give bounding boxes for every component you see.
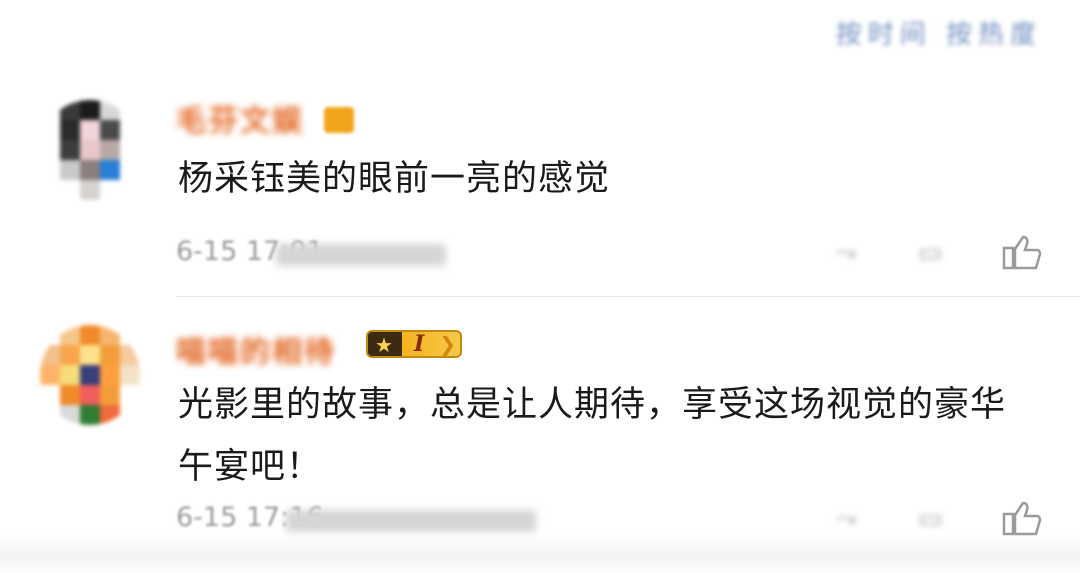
avatar-pixel <box>100 160 120 180</box>
avatar-pixel <box>120 180 140 200</box>
star-icon: ★ <box>375 333 393 357</box>
level-badge: ★ I ❯ <box>366 330 462 358</box>
crown-badge-icon <box>324 107 354 133</box>
avatar-pixel <box>120 405 140 425</box>
avatar-pixel <box>40 365 60 385</box>
avatar-pixel <box>80 120 100 140</box>
avatar[interactable] <box>40 100 140 200</box>
avatar-pixel <box>40 345 60 365</box>
avatar-pixel <box>100 405 120 425</box>
avatar-pixel <box>100 140 120 160</box>
comment-text: 杨采钰美的眼前一亮的感觉 <box>178 159 611 199</box>
sort-toggle[interactable]: 按时间 按热度 <box>836 14 1042 51</box>
avatar-pixel <box>120 345 140 365</box>
share-icon[interactable]: ⤳ <box>836 238 876 268</box>
avatar-pixel <box>40 385 60 405</box>
comment-icon[interactable]: ▭ <box>918 504 958 534</box>
avatar-pixel <box>120 140 140 160</box>
avatar-pixel <box>80 385 100 405</box>
username[interactable]: 喵喵的相待 <box>176 327 336 371</box>
avatar-pixel <box>40 160 60 180</box>
avatar-pixel <box>60 405 80 425</box>
avatar-pixel <box>60 160 80 180</box>
avatar-pixel <box>80 100 100 120</box>
avatar-pixel <box>120 160 140 180</box>
chevron-right-icon: ❯ <box>439 332 456 356</box>
avatar-pixel <box>60 385 80 405</box>
avatar-pixel <box>120 100 140 120</box>
comment-location-blurred <box>286 510 536 532</box>
avatar-pixel <box>60 325 80 345</box>
avatar-pixel <box>40 140 60 160</box>
avatar-pixel <box>80 365 100 385</box>
avatar-pixel <box>100 345 120 365</box>
avatar-pixel <box>40 120 60 140</box>
comment-location-blurred <box>276 244 446 266</box>
avatar-pixel <box>80 180 100 200</box>
avatar-pixel <box>100 120 120 140</box>
avatar-pixel <box>60 120 80 140</box>
badge-level-label: I <box>414 331 425 357</box>
avatar-pixel <box>80 325 100 345</box>
share-icon[interactable]: ⤳ <box>836 504 876 534</box>
avatar-pixel <box>100 385 120 405</box>
comment-text: 光影里的故事，总是让人期待，享受这场视觉的豪华午宴吧！ <box>178 385 1007 487</box>
avatar-pixel <box>40 180 60 200</box>
username[interactable]: 毛芬文娱 <box>176 96 304 140</box>
avatar-pixel <box>60 365 80 385</box>
avatar-pixel <box>120 385 140 405</box>
avatar-pixel <box>40 325 60 345</box>
avatar-pixel <box>100 365 120 385</box>
avatar-pixel <box>120 120 140 140</box>
avatar[interactable] <box>40 325 140 425</box>
avatar-pixel <box>60 180 80 200</box>
avatar-pixel <box>40 100 60 120</box>
avatar-pixel <box>80 140 100 160</box>
avatar-pixel <box>100 325 120 345</box>
avatar-pixel <box>60 100 80 120</box>
avatar-pixel <box>120 325 140 345</box>
avatar-pixel <box>60 345 80 365</box>
avatar-pixel <box>80 345 100 365</box>
like-icon[interactable] <box>1002 498 1042 536</box>
bottom-fade <box>0 533 1080 573</box>
like-icon[interactable] <box>1002 232 1042 270</box>
avatar-pixel <box>120 365 140 385</box>
avatar-pixel <box>100 100 120 120</box>
divider <box>176 296 1080 297</box>
avatar-pixel <box>80 160 100 180</box>
avatar-pixel <box>80 405 100 425</box>
avatar-pixel <box>40 405 60 425</box>
avatar-pixel <box>60 140 80 160</box>
avatar-pixel <box>100 180 120 200</box>
comment-icon[interactable]: ▭ <box>918 238 958 268</box>
